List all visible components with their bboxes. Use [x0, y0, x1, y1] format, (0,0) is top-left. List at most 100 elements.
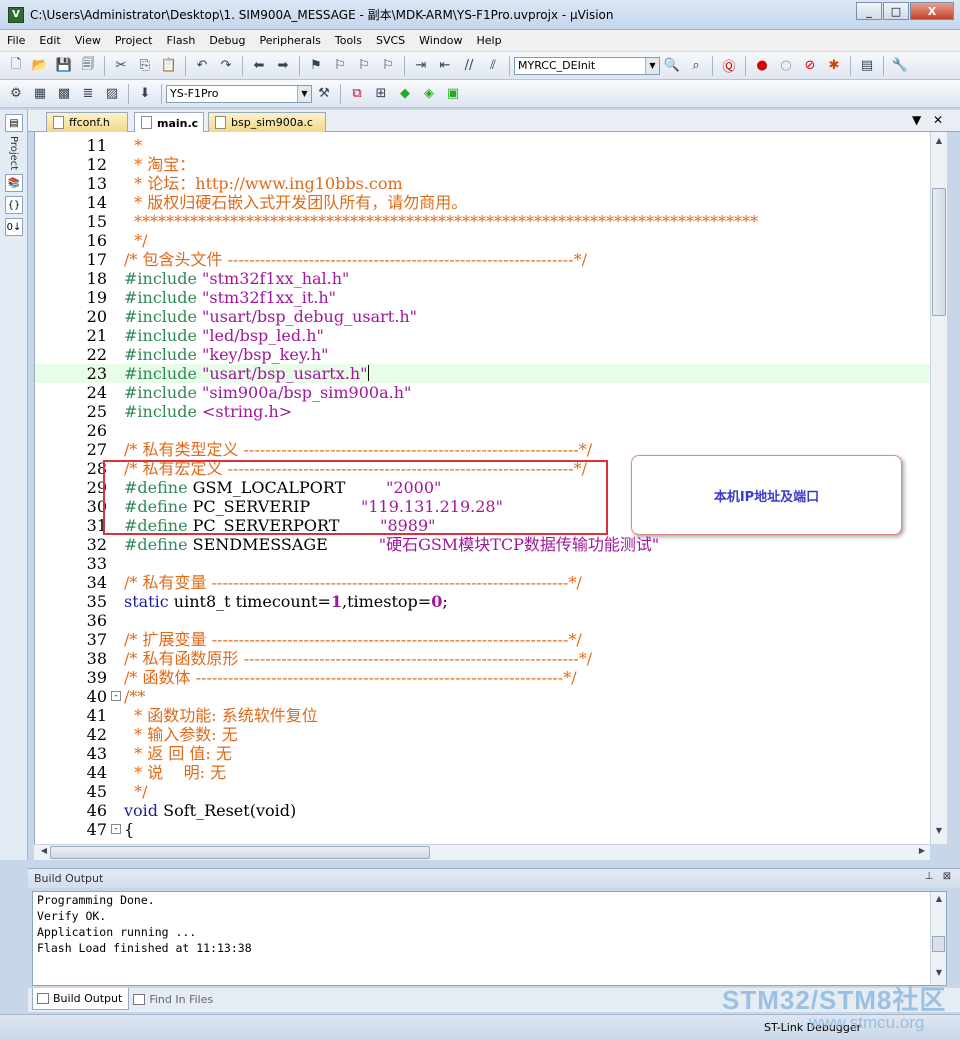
project-panel-label[interactable]: Project	[8, 136, 19, 170]
tab-ffconf-h[interactable]: ffconf.h	[46, 112, 128, 132]
cut-icon[interactable]: ✂	[111, 56, 131, 76]
code-line-40[interactable]: 40-/**	[35, 687, 930, 706]
target-options-icon[interactable]: ⚒	[314, 84, 334, 104]
code-line-47[interactable]: 47-{	[35, 820, 930, 839]
manage-project-items-icon[interactable]: ⧉	[347, 84, 367, 104]
download-load-icon[interactable]: ⬇	[135, 84, 155, 104]
code-line-45[interactable]: 45 */	[35, 782, 930, 801]
code-line-43[interactable]: 43 * 返 回 值: 无	[35, 744, 930, 763]
navigate-back-icon[interactable]: ⬅	[249, 56, 269, 76]
config-wrench-icon[interactable]: 🔧	[890, 56, 910, 76]
menu-project[interactable]: Project	[108, 30, 160, 52]
scroll-thumb[interactable]	[932, 188, 946, 316]
code-line-33[interactable]: 33	[35, 554, 930, 573]
manage-multi-project-icon[interactable]: ⊞	[371, 84, 391, 104]
kill-breakpoints-icon[interactable]: ✱	[824, 56, 844, 76]
functions-icon[interactable]: {}	[5, 196, 23, 215]
project-window-icon[interactable]: ▤	[5, 114, 23, 132]
tab-build-output[interactable]: Build Output	[32, 988, 130, 1010]
tab-list-dropdown-icon[interactable]: ▼	[912, 113, 921, 127]
save-all-icon[interactable]: 🗐	[78, 56, 98, 76]
indent-icon[interactable]: ⇥	[411, 56, 431, 76]
build-icon[interactable]: ▦	[30, 84, 50, 104]
batch-build-icon[interactable]: ≣	[78, 84, 98, 104]
menu-help[interactable]: Help	[470, 30, 509, 52]
scroll-up-icon[interactable]: ▲	[931, 136, 947, 150]
code-line-25[interactable]: 25 #include <string.h>	[35, 402, 930, 421]
debug-start-icon[interactable]: Ⓠ	[719, 56, 739, 76]
editor-horizontal-scrollbar[interactable]: ◀ ▶	[34, 844, 930, 860]
code-line-37[interactable]: 37 /* 扩展变量 ------------------------------…	[35, 630, 930, 649]
code-line-11[interactable]: 11 *	[35, 136, 930, 155]
scroll-down-icon[interactable]: ▼	[931, 826, 947, 840]
tab-find-in-files[interactable]: Find In Files	[129, 988, 220, 1010]
stop-build-icon[interactable]: ▨	[102, 84, 122, 104]
scroll-thumb[interactable]	[50, 846, 430, 859]
code-line-32[interactable]: 32 #define SENDMESSAGE "硬石GSM模块TCP数据传输功能测…	[35, 535, 930, 554]
window-layout-icon[interactable]: ▤	[857, 56, 877, 76]
tab-bsp-sim900a-c[interactable]: bsp_sim900a.c	[208, 112, 326, 132]
menu-file[interactable]: File	[0, 30, 32, 52]
close-tab-icon[interactable]: ✕	[933, 113, 943, 127]
editor-vertical-scrollbar[interactable]: ▲ ▼	[930, 132, 947, 844]
code-line-35[interactable]: 35 static uint8_t timecount=1,timestop=0;	[35, 592, 930, 611]
function-combo[interactable]: MYRCC_DEInit ▼	[514, 56, 660, 75]
minimize-button[interactable]: _	[856, 2, 882, 20]
chevron-down-icon[interactable]: ▼	[645, 57, 659, 74]
breakpoint-icon[interactable]: ●	[752, 56, 772, 76]
code-line-38[interactable]: 38 /* 私有函数原形 ----------------------------…	[35, 649, 930, 668]
menu-window[interactable]: Window	[412, 30, 469, 52]
find-in-files-icon[interactable]: ⌕	[686, 56, 706, 76]
code-line-23[interactable]: 23 #include "usart/bsp_usartx.h"	[35, 364, 930, 383]
pin-icon[interactable]: ⊥	[922, 871, 936, 885]
tab-main-c[interactable]: main.c	[134, 112, 204, 133]
templates-icon[interactable]: 0↓	[5, 218, 23, 237]
next-bookmark-icon[interactable]: ⚐	[354, 56, 374, 76]
find-icon[interactable]: 🔍	[662, 56, 682, 76]
code-line-18[interactable]: 18 #include "stm32f1xx_hal.h"	[35, 269, 930, 288]
close-panel-icon[interactable]: ⊠	[940, 871, 954, 885]
undo-icon[interactable]: ↶	[192, 56, 212, 76]
rte-icon[interactable]: ◈	[419, 84, 439, 104]
redo-icon[interactable]: ↷	[216, 56, 236, 76]
output-scrollbar[interactable]: ▲ ▼	[930, 892, 946, 985]
prev-bookmark-icon[interactable]: ⚐	[330, 56, 350, 76]
code-line-22[interactable]: 22 #include "key/bsp_key.h"	[35, 345, 930, 364]
code-line-26[interactable]: 26	[35, 421, 930, 440]
code-line-20[interactable]: 20 #include "usart/bsp_debug_usart.h"	[35, 307, 930, 326]
menu-edit[interactable]: Edit	[32, 30, 67, 52]
disable-all-breakpoints-icon[interactable]: ⊘	[800, 56, 820, 76]
code-line-39[interactable]: 39 /* 函数体 -------------------------------…	[35, 668, 930, 687]
menu-debug[interactable]: Debug	[202, 30, 252, 52]
code-line-21[interactable]: 21 #include "led/bsp_led.h"	[35, 326, 930, 345]
new-file-icon[interactable]: 🗋	[6, 56, 26, 76]
pack-installer-icon[interactable]: ▣	[443, 84, 463, 104]
code-line-41[interactable]: 41 * 函数功能: 系统软件复位	[35, 706, 930, 725]
rebuild-icon[interactable]: ▩	[54, 84, 74, 104]
close-button[interactable]: X	[910, 2, 954, 20]
fold-toggle-icon[interactable]: -	[111, 824, 121, 834]
menu-tools[interactable]: Tools	[328, 30, 369, 52]
chevron-down-icon[interactable]: ▼	[297, 85, 311, 102]
select-packs-icon[interactable]: ◆	[395, 84, 415, 104]
navigate-forward-icon[interactable]: ➡	[273, 56, 293, 76]
menu-flash[interactable]: Flash	[159, 30, 202, 52]
code-line-12[interactable]: 12 * 淘宝：	[35, 155, 930, 174]
menu-peripherals[interactable]: Peripherals	[253, 30, 328, 52]
paste-icon[interactable]: 📋	[159, 56, 179, 76]
code-line-42[interactable]: 42 * 输入参数: 无	[35, 725, 930, 744]
scroll-thumb[interactable]	[932, 936, 945, 952]
save-icon[interactable]: 💾	[54, 56, 74, 76]
menu-svcs[interactable]: SVCS	[369, 30, 412, 52]
bookmark-icon[interactable]: ⚑	[306, 56, 326, 76]
code-line-36[interactable]: 36	[35, 611, 930, 630]
target-combo[interactable]: YS-F1Pro ▼	[166, 84, 312, 103]
code-line-44[interactable]: 44 * 说 明: 无	[35, 763, 930, 782]
open-file-icon[interactable]: 📂	[30, 56, 50, 76]
code-line-34[interactable]: 34 /* 私有变量 ------------------------------…	[35, 573, 930, 592]
code-line-15[interactable]: 15 *************************************…	[35, 212, 930, 231]
maximize-button[interactable]: □	[883, 2, 909, 20]
books-icon[interactable]: 📚	[5, 174, 23, 193]
fold-toggle-icon[interactable]: -	[111, 691, 121, 701]
clear-bookmarks-icon[interactable]: ⚐	[378, 56, 398, 76]
